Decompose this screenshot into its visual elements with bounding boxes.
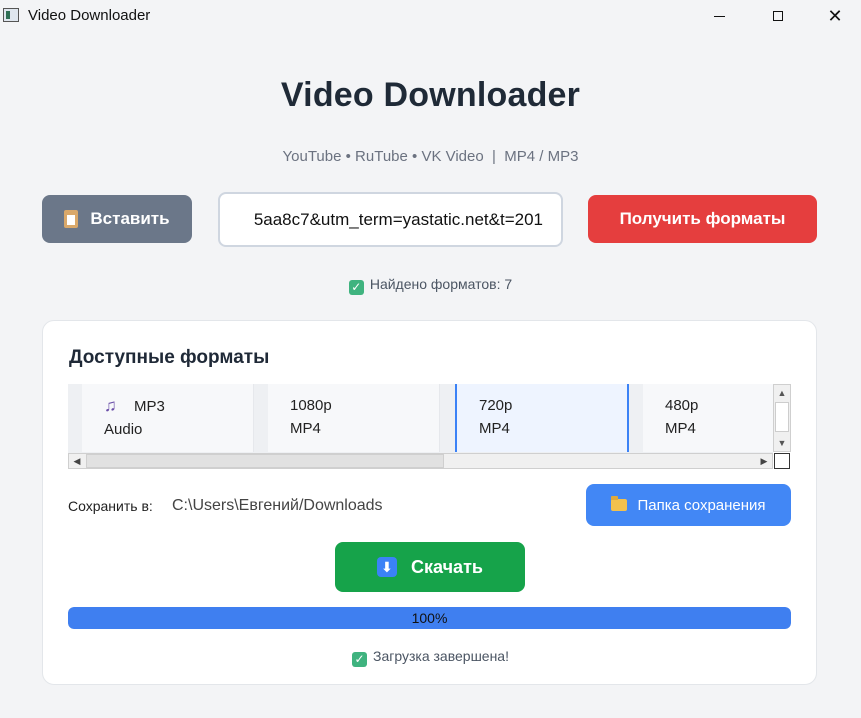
choose-folder-label: Папка сохранения (637, 496, 766, 514)
scrollbar-corner (774, 453, 790, 469)
formats-list: ♫ MP3 Audio 1080p MP4 720p MP4 480p MP4 (68, 384, 773, 454)
minimize-button[interactable] (696, 0, 742, 32)
checkmark-icon: ✓ (352, 652, 367, 667)
page-subtitle: YouTube • RuTube • VK Video | MP4 / MP3 (282, 148, 579, 165)
format-type: MP4 (665, 420, 696, 437)
choose-folder-button[interactable]: Папка сохранения (586, 484, 791, 526)
formats-card: Доступные форматы ♫ MP3 Audio 1080p MP4 7… (42, 320, 817, 685)
format-option-mp3[interactable]: ♫ MP3 Audio (82, 384, 254, 452)
download-arrow-icon: ⬇ (377, 557, 398, 577)
format-quality: 1080p (290, 397, 332, 414)
music-note-icon: ♫ (104, 396, 117, 415)
paste-button[interactable]: Вставить (42, 195, 192, 243)
format-quality: 720p (479, 397, 513, 414)
close-button[interactable]: ✕ (812, 0, 858, 32)
progress-text: 100% (411, 610, 448, 626)
url-input[interactable]: 5aa8c7&utm_term=yastatic.net&t=201 (218, 192, 563, 247)
format-type: Audio (104, 421, 143, 438)
paste-button-label: Вставить (90, 209, 170, 228)
folder-icon (611, 496, 628, 511)
save-location-path: C:\Users\Евгений/Downloads (172, 497, 383, 514)
maximize-icon (773, 11, 783, 21)
checkmark-icon: ✓ (348, 280, 364, 295)
format-type: MP4 (290, 420, 321, 437)
formats-title: Доступные форматы (69, 347, 270, 368)
download-button-label: Скачать (411, 556, 483, 577)
format-quality: MP3 (134, 398, 165, 415)
formats-found-text: Найдено форматов: 7 (369, 276, 513, 292)
scrollbar-thumb[interactable] (86, 454, 444, 468)
title-bar: Video Downloader ✕ (0, 0, 861, 32)
format-quality: 480p (665, 397, 699, 414)
format-option-480p[interactable]: 480p MP4 (643, 384, 773, 452)
get-formats-button[interactable]: Получить форматы (588, 195, 817, 243)
format-type: MP4 (479, 420, 510, 437)
format-option-1080p[interactable]: 1080p MP4 (268, 384, 440, 452)
get-formats-label: Получить форматы (619, 209, 786, 228)
maximize-button[interactable] (755, 0, 801, 32)
window-title: Video Downloader (28, 7, 151, 24)
scrollbar-thumb[interactable] (775, 402, 789, 432)
url-input-value: 5aa8c7&utm_term=yastatic.net&t=201 (253, 209, 543, 229)
download-progress-bar: 100% (68, 607, 791, 629)
save-location-label: Сохранить в: (68, 498, 153, 514)
app-icon (3, 8, 19, 22)
formats-horizontal-scrollbar[interactable]: ◀ ▶ (68, 453, 773, 469)
close-icon: ✕ (827, 6, 843, 26)
scroll-left-icon[interactable]: ◀ (69, 454, 85, 468)
formats-found-status: ✓ Найдено форматов: 7 (0, 276, 861, 295)
scroll-down-icon[interactable]: ▼ (774, 435, 790, 451)
clipboard-icon (64, 210, 79, 228)
download-complete-status: ✓ Загрузка завершена! (43, 648, 818, 667)
download-button[interactable]: ⬇ Скачать (335, 542, 525, 592)
format-option-720p[interactable]: 720p MP4 (455, 384, 629, 452)
scroll-up-icon[interactable]: ▲ (774, 385, 790, 401)
minimize-icon (713, 15, 725, 17)
formats-vertical-scrollbar[interactable]: ▲ ▼ (773, 384, 791, 452)
download-complete-text: Загрузка завершена! (373, 648, 509, 664)
page-title: Video Downloader (280, 76, 581, 114)
scroll-right-icon[interactable]: ▶ (756, 454, 772, 468)
